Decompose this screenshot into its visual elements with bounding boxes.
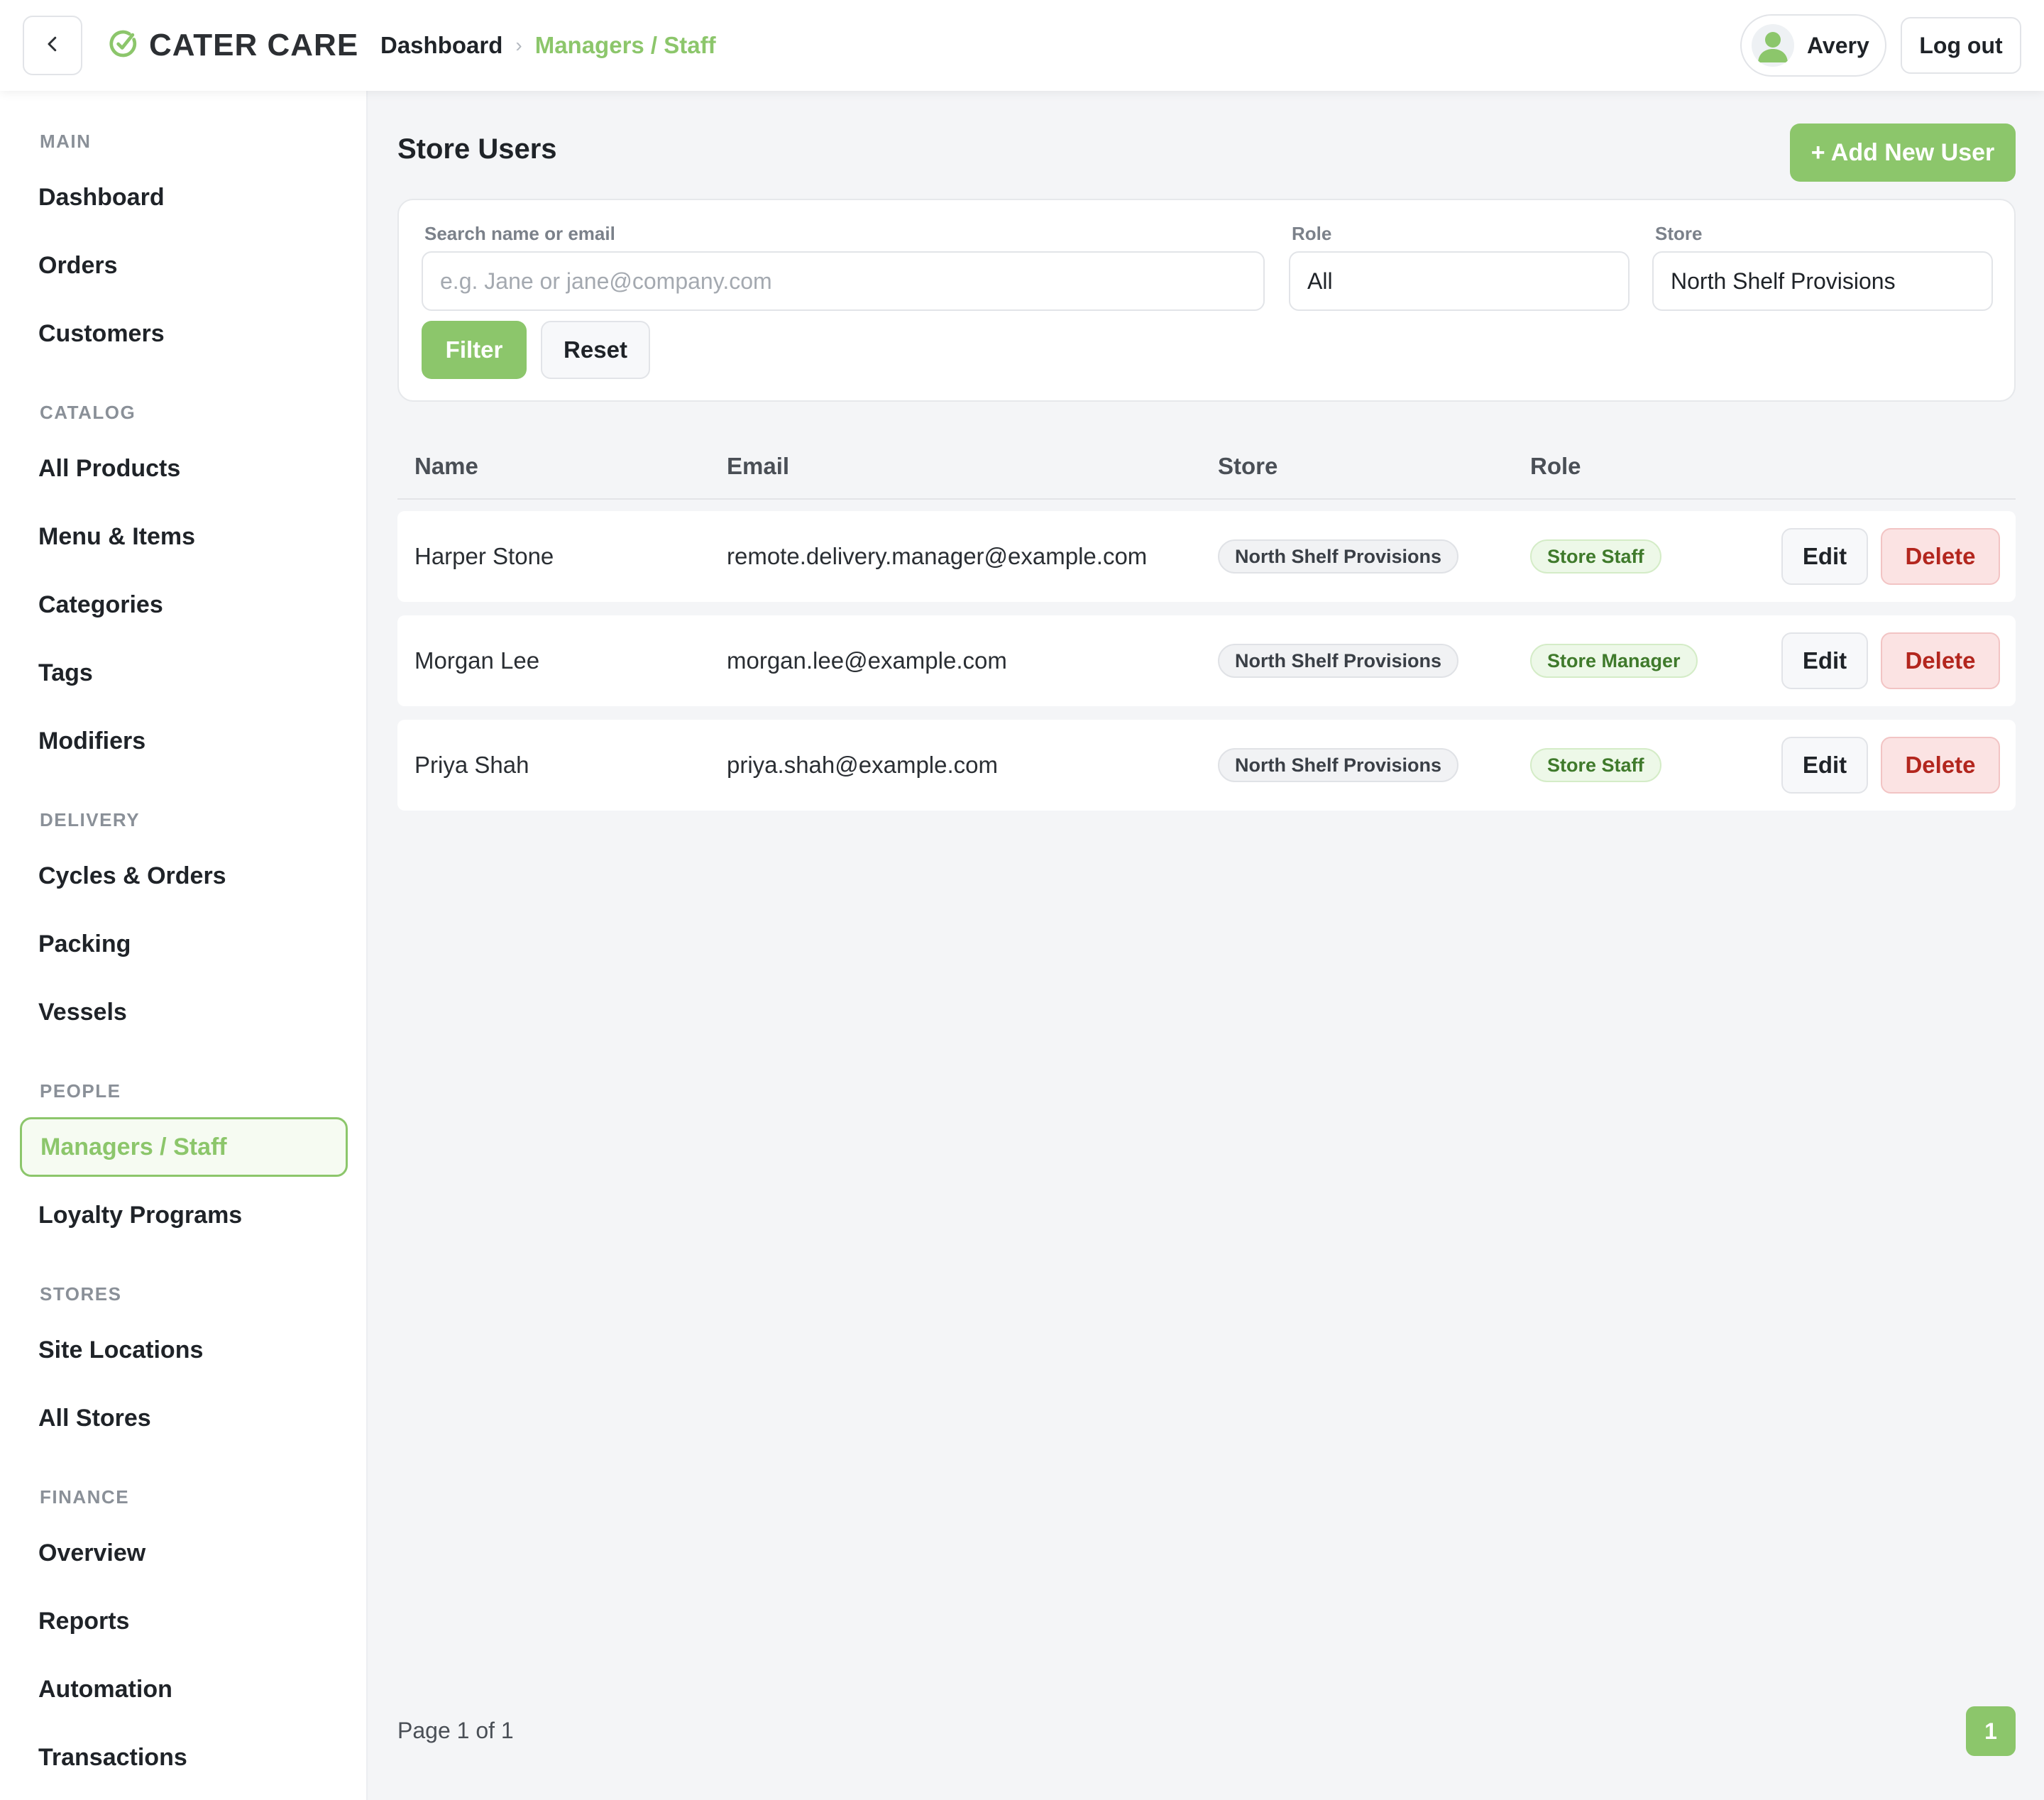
row-email: morgan.lee@example.com: [727, 647, 1007, 674]
sidebar-item-all-stores[interactable]: All Stores: [20, 1388, 348, 1448]
sidebar-section-stores: STORES: [40, 1283, 122, 1305]
sidebar-item-menu-items[interactable]: Menu & Items: [20, 507, 348, 566]
store-badge: North Shelf Provisions: [1218, 539, 1459, 574]
breadcrumb: Dashboard › Managers / Staff: [380, 28, 716, 62]
back-button[interactable]: [23, 16, 82, 75]
sidebar-item-site-locations[interactable]: Site Locations: [20, 1320, 348, 1380]
top-bar: CATER CARE Dashboard › Managers / Staff …: [0, 0, 2044, 91]
sidebar-item-reports[interactable]: Reports: [20, 1591, 348, 1651]
store-select[interactable]: North Shelf Provisions: [1652, 251, 1993, 311]
row-name: Morgan Lee: [414, 647, 540, 674]
column-header-role[interactable]: Role: [1530, 453, 1581, 480]
sidebar-item-transactions[interactable]: Transactions: [20, 1728, 348, 1787]
sidebar-item-categories[interactable]: Categories: [20, 575, 348, 635]
sidebar-item-vessels[interactable]: Vessels: [20, 982, 348, 1042]
reset-button[interactable]: Reset: [541, 321, 650, 379]
row-email: remote.delivery.manager@example.com: [727, 543, 1148, 569]
breadcrumb-separator: ›: [515, 34, 522, 56]
sidebar-item-tags[interactable]: Tags: [20, 643, 348, 703]
chevron-left-icon: [42, 33, 63, 58]
check-circle-icon: [108, 28, 139, 63]
breadcrumb-current: Managers / Staff: [534, 32, 716, 58]
table-row: Harper Stone remote.delivery.manager@exa…: [397, 511, 2016, 602]
role-select[interactable]: All: [1289, 251, 1630, 311]
filter-panel: Search name or email Role All Store Nort…: [397, 199, 2016, 402]
table-row: Morgan Lee morgan.lee@example.com North …: [397, 615, 2016, 706]
sidebar-section-catalog: CATALOG: [40, 402, 136, 423]
table-header-divider: [397, 498, 2016, 500]
role-label: Role: [1292, 223, 1332, 244]
sidebar-item-loyalty-programs[interactable]: Loyalty Programs: [20, 1185, 348, 1245]
delete-button[interactable]: Delete: [1881, 632, 2000, 689]
delete-button[interactable]: Delete: [1881, 528, 2000, 585]
sidebar-section-people: PEOPLE: [40, 1080, 121, 1102]
page-button[interactable]: 1: [1966, 1706, 2016, 1756]
row-email: priya.shah@example.com: [727, 752, 998, 778]
sidebar-section-finance: FINANCE: [40, 1486, 130, 1508]
store-badge: North Shelf Provisions: [1218, 748, 1459, 782]
table-row: Priya Shah priya.shah@example.com North …: [397, 720, 2016, 811]
edit-button[interactable]: Edit: [1781, 632, 1868, 689]
sidebar-item-packing[interactable]: Packing: [20, 914, 348, 974]
filter-button[interactable]: Filter: [422, 321, 527, 379]
edit-button[interactable]: Edit: [1781, 737, 1868, 794]
store-badge: North Shelf Provisions: [1218, 644, 1459, 678]
sidebar-item-dashboard[interactable]: Dashboard: [20, 168, 348, 227]
sidebar-item-cycles-orders[interactable]: Cycles & Orders: [20, 846, 348, 906]
logout-button[interactable]: Log out: [1901, 17, 2021, 74]
role-badge: Store Manager: [1530, 644, 1698, 678]
sidebar-item-all-products[interactable]: All Products: [20, 439, 348, 498]
delete-button[interactable]: Delete: [1881, 737, 2000, 794]
breadcrumb-home[interactable]: Dashboard: [380, 32, 502, 59]
sidebar-section-main: MAIN: [40, 131, 92, 152]
page-title: Store Users: [397, 133, 557, 165]
role-badge: Store Staff: [1530, 748, 1661, 782]
sidebar-item-modifiers[interactable]: Modifiers: [20, 711, 348, 771]
edit-button[interactable]: Edit: [1781, 528, 1868, 585]
user-menu[interactable]: Avery: [1740, 14, 1886, 77]
brand-name: CATER CARE: [149, 28, 359, 62]
column-header-email[interactable]: Email: [727, 453, 789, 480]
row-name: Harper Stone: [414, 543, 554, 569]
sidebar-item-orders[interactable]: Orders: [20, 236, 348, 295]
user-avatar-icon: [1752, 24, 1794, 67]
pagination-info: Page 1 of 1: [397, 1718, 514, 1743]
search-label: Search name or email: [424, 223, 615, 244]
column-header-store[interactable]: Store: [1218, 453, 1278, 480]
search-input[interactable]: [422, 251, 1265, 311]
sidebar-item-customers[interactable]: Customers: [20, 304, 348, 363]
brand-logo[interactable]: CATER CARE: [108, 26, 358, 65]
user-name: Avery: [1807, 32, 1869, 58]
role-badge: Store Staff: [1530, 539, 1661, 574]
sidebar-item-overview[interactable]: Overview: [20, 1523, 348, 1583]
sidebar: MAIN Dashboard Orders Customers CATALOG …: [0, 91, 368, 1800]
store-label: Store: [1655, 223, 1703, 244]
row-name: Priya Shah: [414, 752, 529, 778]
sidebar-item-automation[interactable]: Automation: [20, 1659, 348, 1719]
add-new-user-button[interactable]: + Add New User: [1790, 124, 2016, 182]
column-header-name[interactable]: Name: [414, 453, 478, 480]
sidebar-item-managers-staff[interactable]: Managers / Staff: [20, 1117, 348, 1177]
sidebar-section-delivery: DELIVERY: [40, 809, 141, 830]
